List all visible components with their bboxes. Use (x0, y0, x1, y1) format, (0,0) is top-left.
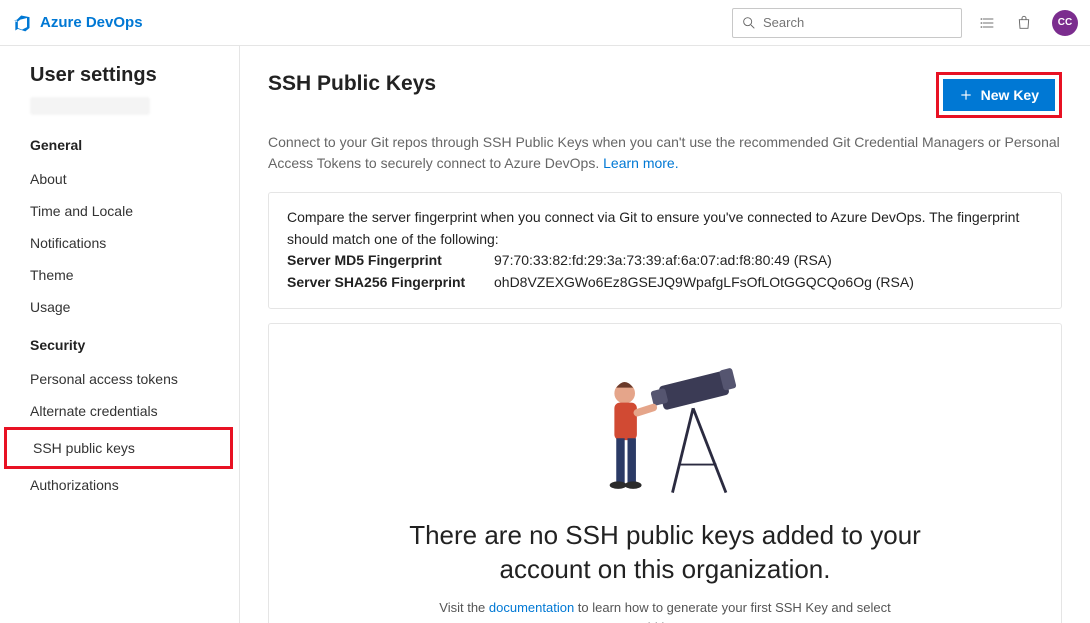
telescope-illustration (570, 352, 760, 502)
fingerprint-card: Compare the server fingerprint when you … (268, 192, 1062, 309)
search-input[interactable] (763, 15, 953, 30)
avatar[interactable]: CC (1052, 10, 1078, 36)
list-icon[interactable] (980, 15, 996, 31)
highlight-ssh: SSH public keys (4, 427, 233, 469)
empty-state: There are no SSH public keys added to yo… (268, 323, 1062, 623)
empty-title: There are no SSH public keys added to yo… (385, 519, 945, 587)
documentation-link[interactable]: documentation (489, 600, 574, 615)
topbar: Azure DevOps CC (0, 0, 1090, 46)
sidebar-item-time-locale[interactable]: Time and Locale (30, 195, 239, 227)
sidebar-item-alt-creds[interactable]: Alternate credentials (30, 395, 239, 427)
new-key-button[interactable]: New Key (943, 79, 1055, 111)
page-description: Connect to your Git repos through SSH Pu… (268, 132, 1062, 174)
fp-sha-label: Server SHA256 Fingerprint (287, 272, 482, 294)
brand[interactable]: Azure DevOps (12, 13, 143, 33)
brand-name: Azure DevOps (40, 14, 143, 31)
empty-subtitle: Visit the documentation to learn how to … (425, 598, 905, 623)
sidebar-item-notifications[interactable]: Notifications (30, 227, 239, 259)
sidebar-item-usage[interactable]: Usage (30, 291, 239, 323)
plus-icon (959, 88, 973, 102)
fingerprint-intro: Compare the server fingerprint when you … (287, 207, 1043, 250)
section-general: General (30, 137, 239, 153)
fp-md5-value: 97:70:33:82:fd:29:3a:73:39:af:6a:07:ad:f… (494, 250, 832, 272)
sidebar-item-about[interactable]: About (30, 163, 239, 195)
sidebar-item-pat[interactable]: Personal access tokens (30, 363, 239, 395)
learn-more-link[interactable]: Learn more. (603, 155, 678, 171)
main-content: SSH Public Keys New Key Connect to your … (240, 46, 1090, 623)
empty-sub-post: to learn how to generate your first SSH … (566, 600, 891, 623)
sidebar: User settings General About Time and Loc… (0, 46, 240, 623)
highlight-new-key: New Key (936, 72, 1062, 118)
page-title: SSH Public Keys (268, 72, 436, 96)
azure-devops-icon (12, 13, 32, 33)
redacted-user (30, 97, 150, 115)
empty-sub-pre: Visit the (439, 600, 489, 615)
sidebar-item-ssh-keys[interactable]: SSH public keys (13, 432, 224, 464)
search-box[interactable] (732, 8, 962, 38)
section-security: Security (30, 337, 239, 353)
search-icon (741, 15, 757, 31)
fp-sha-value: ohD8VZEXGWo6Ez8GSEJQ9WpafgLFsOfLOtGGQCQo… (494, 272, 914, 294)
sidebar-title: User settings (30, 64, 239, 87)
sidebar-item-authorizations[interactable]: Authorizations (30, 469, 239, 501)
sidebar-item-theme[interactable]: Theme (30, 259, 239, 291)
new-key-label: New Key (981, 87, 1039, 103)
shopping-bag-icon[interactable] (1016, 15, 1032, 31)
fp-md5-label: Server MD5 Fingerprint (287, 250, 482, 272)
topbar-actions: CC (980, 10, 1078, 36)
